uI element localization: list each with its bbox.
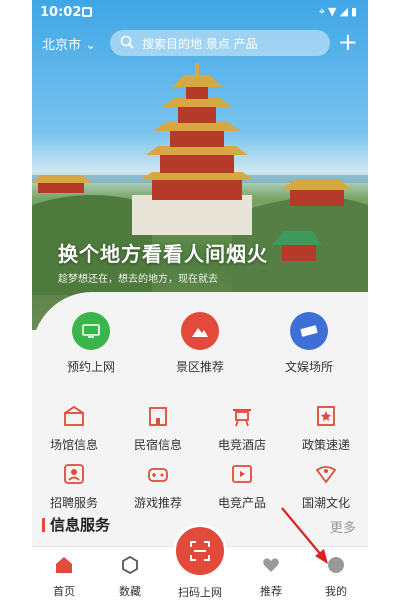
app-screen: 10:02 ⌖▼◢▮ 北京市 ⌄ 搜索目的地 景点 产品 + 换个地方看看人间烟… [32, 0, 368, 600]
annotation-arrow [281, 507, 328, 564]
